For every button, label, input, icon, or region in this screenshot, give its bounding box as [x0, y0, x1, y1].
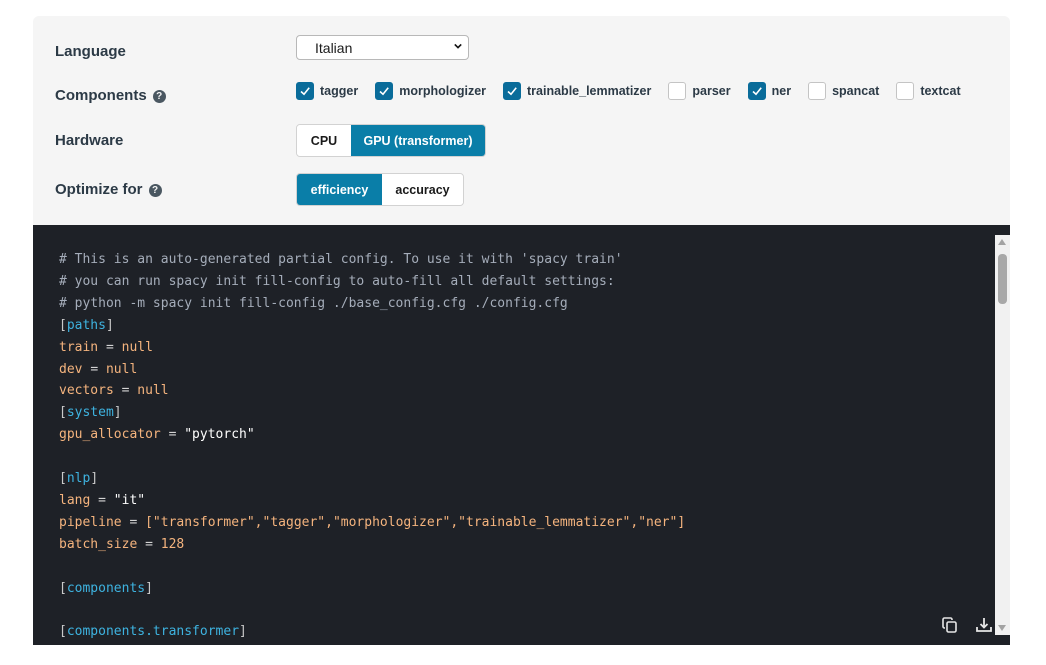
component-parser[interactable]: parser — [668, 82, 731, 100]
code-op: = — [129, 514, 138, 530]
code-value: "it" — [113, 492, 146, 508]
optimize-label: Optimize for ? — [55, 181, 162, 198]
check-icon — [379, 87, 390, 96]
component-tagger[interactable]: tagger — [296, 82, 358, 100]
component-label: ner — [771, 84, 792, 98]
checkbox[interactable] — [375, 82, 394, 100]
component-spancat[interactable]: spancat — [808, 82, 879, 100]
scroll-down-arrow-icon[interactable] — [998, 625, 1006, 631]
checkbox[interactable] — [747, 82, 766, 100]
code-scrollbar[interactable] — [995, 235, 1010, 635]
download-button[interactable] — [974, 615, 994, 635]
code-key: dev — [59, 361, 83, 377]
code-value: ["transformer","tagger","morphologizer",… — [145, 514, 686, 530]
help-icon[interactable]: ? — [148, 184, 162, 197]
section-name: components — [66, 580, 146, 596]
section-name: components.transformer — [66, 624, 240, 640]
code-op: = — [168, 427, 177, 443]
code-op: = — [145, 536, 153, 552]
code-key: vectors — [59, 383, 114, 399]
optimize-option-efficiency[interactable]: efficiency — [297, 174, 382, 205]
code-section: [system] — [59, 405, 122, 421]
checkbox[interactable] — [808, 82, 827, 100]
component-textcat[interactable]: textcat — [896, 82, 961, 100]
copy-icon — [942, 617, 957, 633]
section-name: paths — [66, 317, 106, 333]
component-label: textcat — [920, 84, 961, 98]
language-selected-value: Italian — [315, 39, 353, 56]
quickstart-panel: Language Italian Components ? tagger mor… — [33, 16, 1010, 645]
component-trainable-lemmatizer[interactable]: trainable_lemmatizer — [503, 82, 651, 100]
code-key: train — [59, 339, 99, 355]
language-select[interactable]: Italian — [296, 35, 469, 60]
code-section: [paths] — [59, 317, 114, 333]
config-code-block[interactable]: # This is an auto-generated partial conf… — [33, 225, 1010, 645]
download-icon — [976, 618, 992, 632]
copy-button[interactable] — [940, 615, 960, 635]
check-icon — [752, 87, 762, 96]
optimize-toggle: efficiency accuracy — [296, 173, 464, 206]
hardware-label: Hardware — [55, 132, 123, 149]
code-value: null — [121, 339, 153, 355]
code-value: null — [105, 361, 138, 377]
checkbox[interactable] — [296, 82, 314, 100]
language-label: Language — [55, 43, 126, 60]
optimize-label-text: Optimize for — [55, 181, 143, 198]
components-label: Components ? — [55, 87, 166, 104]
check-icon — [300, 87, 310, 96]
code-key: batch_size — [59, 536, 138, 552]
component-label: tagger — [320, 84, 359, 98]
component-label: parser — [692, 84, 731, 98]
language-label-text: Language — [55, 43, 126, 60]
code-comment: # python -m spacy init fill-config ./bas… — [59, 295, 568, 311]
section-name: nlp — [66, 471, 91, 487]
component-ner[interactable]: ner — [747, 82, 792, 100]
hardware-option-gpu[interactable]: GPU (transformer) — [351, 125, 485, 156]
scroll-up-arrow-icon[interactable] — [998, 239, 1006, 245]
code-key: gpu_allocator — [59, 427, 161, 443]
section-name: system — [66, 405, 114, 421]
code-value: null — [137, 383, 169, 399]
help-icon[interactable]: ? — [152, 90, 166, 103]
checkbox[interactable] — [503, 82, 522, 100]
code-op: = — [90, 361, 99, 377]
config-controls: Language Italian Components ? tagger mor… — [33, 16, 1010, 225]
code-op: = — [121, 383, 130, 399]
code-value: 128 — [160, 536, 185, 552]
check-icon — [507, 87, 517, 96]
component-label: morphologizer — [399, 84, 487, 98]
components-list: tagger morphologizer trainable_lemmatize… — [296, 81, 978, 101]
code-op: = — [105, 339, 114, 355]
config-code: # This is an auto-generated partial conf… — [59, 249, 685, 643]
code-section: [nlp] — [59, 471, 99, 487]
component-label: spancat — [832, 84, 880, 98]
chevron-down-icon — [454, 43, 462, 49]
components-label-text: Components — [55, 87, 147, 104]
scroll-thumb[interactable] — [998, 254, 1007, 304]
code-key: lang — [59, 492, 91, 508]
component-morphologizer[interactable]: morphologizer — [375, 82, 486, 100]
checkbox[interactable] — [896, 82, 915, 100]
code-comment: # you can run spacy init fill-config to … — [59, 273, 615, 289]
hardware-option-cpu[interactable]: CPU — [297, 125, 351, 156]
code-value: "pytorch" — [184, 427, 255, 443]
code-comment: # This is an auto-generated partial conf… — [59, 252, 623, 267]
component-label: trainable_lemmatizer — [527, 84, 652, 98]
code-op: = — [98, 492, 106, 508]
hardware-toggle: CPU GPU (transformer) — [296, 124, 486, 157]
checkbox[interactable] — [668, 82, 687, 100]
code-key: pipeline — [59, 514, 122, 530]
hardware-label-text: Hardware — [55, 132, 124, 149]
code-section: [components] — [59, 580, 153, 596]
code-section: [components.transformer] — [59, 624, 247, 640]
optimize-option-accuracy[interactable]: accuracy — [382, 174, 463, 205]
